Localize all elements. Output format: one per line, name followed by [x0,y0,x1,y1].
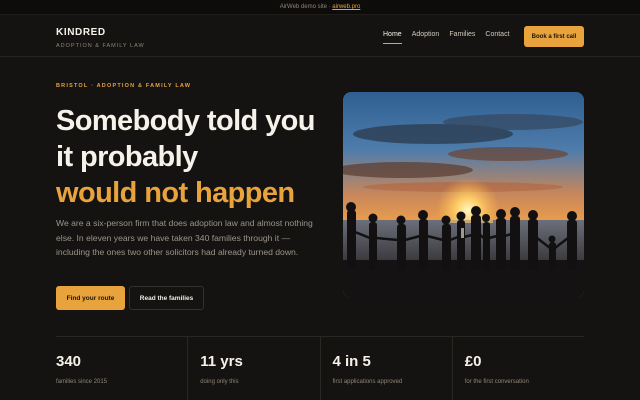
demo-banner-link[interactable]: airweb.pro [332,4,360,10]
headline-accent: would not happen [56,177,295,209]
nav-item-families[interactable]: Families [449,31,475,44]
brand-logo[interactable]: KINDRED ADOPTION & FAMILY LAW [56,27,145,49]
stat-label: families since 2015 [56,379,108,385]
demo-banner: AirWeb demo site · airweb.pro [0,0,640,15]
stat-label: first applications approved [332,379,403,385]
brand-tagline: ADOPTION & FAMILY LAW [56,43,145,49]
stat-label: for the first conversation [464,379,529,385]
hero-lead-text: We are a six-person firm that does adopt… [56,218,313,257]
site-header: KINDRED ADOPTION & FAMILY LAW Home Adopt… [0,15,640,57]
nav-item-contact[interactable]: Contact [485,31,509,44]
main-nav: Home Adoption Families Contact [383,31,510,44]
headline-line-2: it probably [56,141,198,173]
stat-first-conversation-cost: £0 for the first conversation [453,337,584,400]
stat-years: 11 yrs doing only this [188,337,321,400]
nav-item-home[interactable]: Home [383,31,402,44]
brand-name: KINDRED [56,27,106,38]
find-your-route-button[interactable]: Find your route [56,286,125,310]
stat-value: 4 in 5 [332,353,371,370]
hero-photo-family-beach-sunset [343,92,584,298]
stat-approval-rate: 4 in 5 first applications approved [321,337,453,400]
headline-line-1: Somebody told you [56,105,315,137]
stat-value: £0 [464,353,482,370]
stat-families: 340 families since 2015 [56,337,189,400]
book-first-call-button[interactable]: Book a first call [524,26,584,47]
hero-headline: Somebody told you it probably would not … [56,103,346,211]
stat-label: doing only this [200,379,239,385]
read-the-families-button[interactable]: Read the families [129,286,204,310]
nav-item-adoption[interactable]: Adoption [412,31,440,44]
stat-value: 11 yrs [200,353,243,370]
stats-row: 340 families since 2015 11 yrs doing onl… [56,336,584,400]
stat-value: 340 [56,353,82,370]
hero-eyebrow: BRISTOL · ADOPTION & FAMILY LAW [56,83,192,89]
demo-banner-text: AirWeb demo site · [279,4,333,10]
